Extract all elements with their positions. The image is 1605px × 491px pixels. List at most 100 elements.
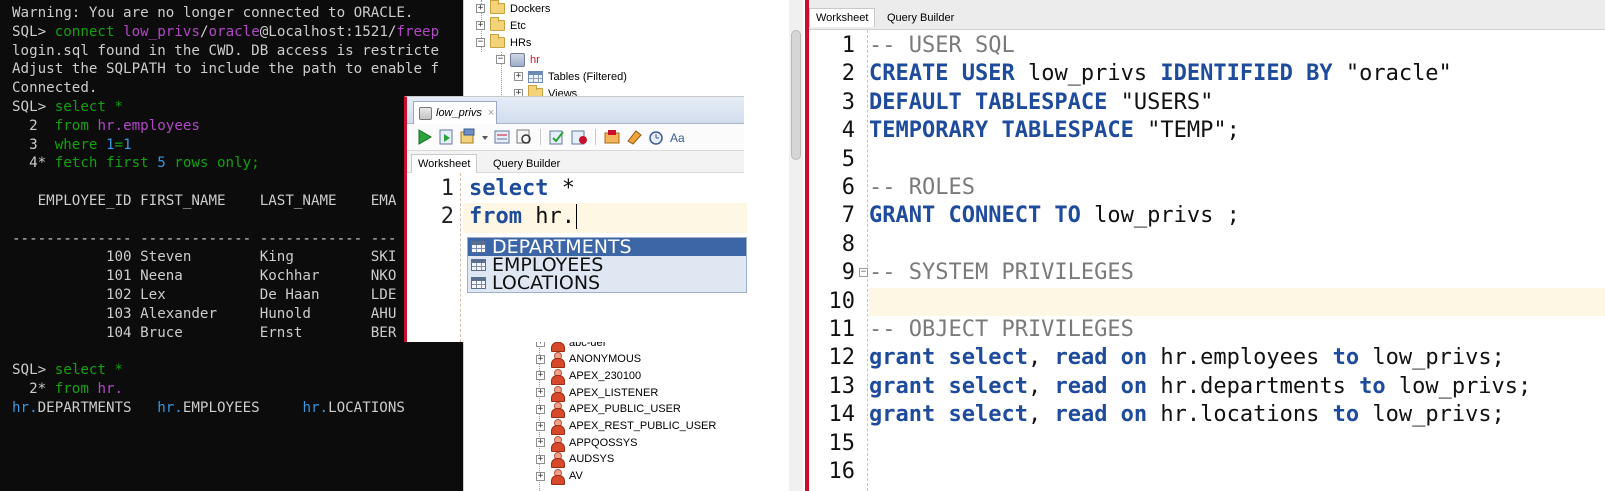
collapse-icon[interactable]: − — [496, 55, 505, 64]
code-line[interactable]: -- OBJECT PRIVILEGES — [869, 316, 1134, 344]
tree-item-hrs[interactable]: − HRs — [476, 34, 531, 51]
expand-icon[interactable]: + — [536, 454, 545, 464]
folder-icon — [490, 0, 505, 14]
tab-worksheet[interactable]: Worksheet — [411, 154, 478, 173]
tree-item-label: Tables (Filtered) — [548, 70, 627, 83]
code-line[interactable]: select * — [469, 176, 575, 201]
autotrace-icon[interactable] — [459, 128, 477, 146]
user-icon — [550, 402, 565, 419]
chevron-down-icon[interactable] — [481, 128, 489, 146]
terminal-line: 4* fetch first 5 rows only; — [12, 154, 463, 173]
sql-history-icon[interactable] — [647, 128, 665, 146]
code-line[interactable]: DEFAULT TABLESPACE "USERS" — [869, 89, 1213, 117]
tree-item-label: ANONYMOUS — [569, 353, 642, 366]
code-line[interactable]: CREATE USER low_privs IDENTIFIED BY "ora… — [869, 60, 1452, 88]
expand-icon[interactable]: + — [476, 4, 485, 13]
main-worksheet[interactable]: Worksheet Query Builder 1 2 3 4 5 6 7 8 9 10 11 12 1… — [805, 0, 1605, 491]
clear-eraser-icon[interactable] — [625, 128, 643, 146]
autocomplete-list[interactable]: DEPARTMENTS EMPLOYEES LOCATIONS — [467, 237, 747, 293]
autocomplete-item[interactable]: DEPARTMENTS — [468, 238, 746, 256]
tree-item-tables[interactable]: + Tables (Filtered) — [514, 68, 627, 85]
sql-editor[interactable]: 1 2 select * from hr. DEPARTMENTS EMPLOY… — [407, 173, 747, 342]
keyword: to — [1332, 402, 1360, 428]
tab-low-privs[interactable]: low_privs × — [413, 101, 497, 124]
terminal-text: freep — [396, 23, 440, 40]
terminal-line: SQL> select * — [12, 98, 463, 117]
tables-icon — [528, 70, 543, 83]
terminal-window[interactable]: Warning: You are no longer connected to … — [0, 0, 463, 491]
tree-item-label: APEX_REST_PUBLIC_USER — [569, 420, 717, 432]
code-line[interactable]: grant select, read on hr.locations to lo… — [869, 401, 1505, 429]
expand-icon[interactable]: + — [536, 404, 545, 414]
unshared-sql-icon[interactable] — [603, 128, 621, 146]
tree-item-user[interactable]: + APEX_230100 — [536, 367, 641, 385]
terminal-text: = — [114, 136, 124, 153]
expand-icon[interactable]: + — [514, 72, 523, 81]
tab-query-builder[interactable]: Query Builder — [487, 154, 566, 173]
fold-gutter: − — [859, 30, 868, 491]
terminal-text: hr. — [97, 380, 124, 397]
user-icon — [550, 452, 565, 469]
tree-item-etc[interactable]: + Etc — [476, 17, 526, 34]
run-statement-icon[interactable] — [415, 128, 433, 146]
table-icon — [471, 277, 486, 289]
tree-item-dockers[interactable]: + Dockers — [476, 0, 550, 17]
tree-item-user[interactable]: + APEX_REST_PUBLIC_USER — [536, 418, 716, 435]
expand-icon[interactable]: + — [536, 438, 545, 448]
code-line[interactable]: grant select, read on hr.employees to lo… — [869, 344, 1505, 372]
collapse-icon[interactable]: − — [476, 38, 485, 47]
expand-icon[interactable]: + — [536, 421, 545, 431]
code-line[interactable]: -- SYSTEM PRIVILEGES — [869, 259, 1134, 287]
expand-icon[interactable]: + — [536, 388, 545, 398]
terminal-line: 103 Alexander Hunold AHU — [12, 305, 463, 324]
expand-icon[interactable]: + — [536, 371, 545, 381]
tree-item-user[interactable]: + AV — [536, 468, 583, 486]
line-number: 13 — [828, 373, 856, 399]
tree-item-user[interactable]: + APPQOSSYS — [536, 434, 637, 452]
terminal-line: Connected. — [12, 79, 463, 98]
code-line[interactable]: grant select, read on hr.departments to … — [869, 373, 1531, 401]
autocomplete-item[interactable]: EMPLOYEES — [468, 256, 746, 274]
expand-icon[interactable]: + — [536, 354, 545, 364]
terminal-line: SQL> connect low_privs/oracle@Localhost:… — [12, 23, 463, 42]
fold-icon[interactable]: − — [859, 268, 868, 278]
line-number: 16 — [828, 459, 856, 484]
tab-label: Query Builder — [887, 11, 955, 24]
terminal-line: EMPLOYEE_ID FIRST_NAME LAST_NAME EMA — [12, 192, 463, 211]
run-script-icon[interactable] — [437, 128, 455, 146]
tree-item-user[interactable]: + ANONYMOUS — [536, 351, 642, 369]
current-line-highlight — [869, 287, 1605, 316]
commit-icon[interactable] — [548, 128, 566, 146]
code-line[interactable]: -- ROLES — [869, 174, 975, 202]
terminal-text: LOCATIONS — [328, 399, 405, 416]
keyword: grant select — [869, 373, 1028, 399]
tree-item-user[interactable]: + AUDSYS — [536, 451, 614, 469]
sql-worksheet-popup[interactable]: low_privs × Aa Worksheet Query Builder 1… — [404, 96, 747, 342]
scrollbar-thumb[interactable] — [791, 30, 801, 160]
code-line[interactable]: from hr. — [469, 204, 577, 229]
tree-item-label: hr — [530, 53, 540, 66]
expand-icon[interactable]: + — [476, 21, 485, 30]
terminal-text: from — [54, 380, 98, 397]
explain-plan-icon[interactable] — [493, 128, 511, 146]
sql-tuning-icon[interactable] — [515, 128, 533, 146]
tree-item-label: AV — [569, 470, 583, 483]
to-upper-lower-icon[interactable]: Aa — [669, 128, 687, 146]
code-line[interactable]: GRANT CONNECT TO low_privs ; — [869, 202, 1240, 230]
line-number: 1 — [440, 176, 454, 201]
expand-icon[interactable]: + — [536, 471, 545, 481]
keyword: read on — [1054, 345, 1148, 371]
tree-item-hr-connection[interactable]: − hr — [496, 51, 540, 68]
tab-query-builder[interactable]: Query Builder — [881, 8, 960, 27]
sql-editor[interactable]: 1 2 3 4 5 6 7 8 9 10 11 12 13 14 15 16 − -- USER SQL CRE… — [809, 30, 1605, 491]
code-line[interactable]: TEMPORARY TABLESPACE "TEMP"; — [869, 117, 1240, 145]
autocomplete-item[interactable]: LOCATIONS — [468, 274, 746, 292]
tree-item-user[interactable]: + APEX_PUBLIC_USER — [536, 401, 681, 419]
rollback-icon[interactable] — [570, 128, 588, 146]
code-line[interactable]: -- USER SQL — [869, 32, 1015, 60]
close-icon[interactable]: × — [488, 107, 494, 119]
tree-scrollbar[interactable] — [789, 0, 803, 491]
tab-worksheet[interactable]: Worksheet — [809, 8, 876, 27]
tree-item-user[interactable]: + APEX_LISTENER — [536, 384, 658, 402]
